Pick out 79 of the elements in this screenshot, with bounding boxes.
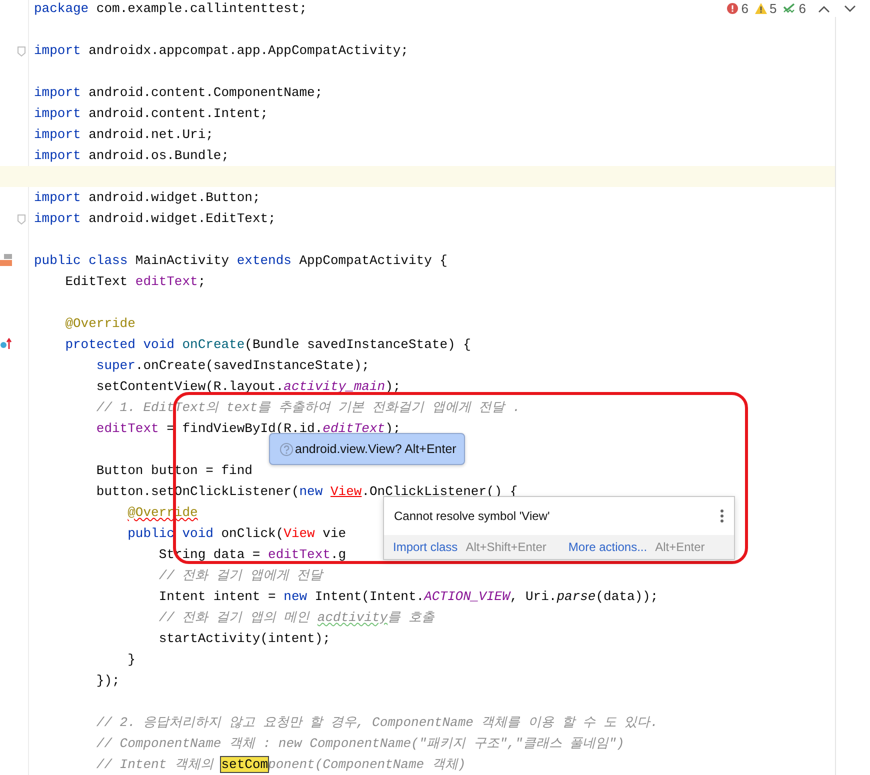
code-text: }: [128, 652, 136, 667]
code-text: .g: [330, 547, 346, 562]
method-name: parse: [556, 589, 596, 604]
down-icon[interactable]: [844, 4, 856, 12]
problem-count: 6: [741, 1, 749, 16]
code-text: Intent(Intent.: [314, 589, 424, 604]
code-text: android.content.Intent;: [88, 106, 268, 121]
code-text: com.example.callintenttest;: [95, 1, 308, 16]
shortcut-text: Alt+Shift+Enter: [466, 540, 546, 554]
field-name: ACTION_VIEW: [424, 589, 510, 604]
layout-icon[interactable]: [0, 253, 14, 267]
check-icon: [782, 3, 796, 14]
keyword: public class: [34, 253, 128, 268]
keyword: protected void: [65, 337, 176, 352]
method-name: onCreate: [182, 337, 245, 352]
code-comment: // 전화 걸기 앱에게 전달: [158, 568, 323, 583]
keyword: extends: [236, 253, 292, 268]
field-name: editText: [135, 274, 198, 289]
problem-count: 5: [770, 1, 777, 16]
error-symbol: View: [330, 484, 362, 499]
code-text: vie: [322, 526, 346, 541]
code-text: android.widget.EditText;: [88, 211, 276, 226]
code-text: , Uri.: [510, 589, 557, 604]
problem-count: 6: [798, 1, 806, 16]
code-text: (Bundle savedInstanceState) {: [244, 337, 471, 352]
keyword: import: [34, 211, 81, 226]
code-comment: // ComponentName 객체 : new ComponentName("패키지 구조","클래스 풀네임"): [96, 736, 624, 751]
error-message: Cannot resolve symbol 'View': [394, 509, 550, 523]
field-name: editText: [322, 421, 386, 436]
override-icon[interactable]: [0, 338, 12, 350]
code-comment: // Intent 객체의: [96, 757, 215, 772]
code-comment: // 전화 걸기 앱의 메인: [158, 610, 311, 625]
keyword: public void: [128, 526, 214, 541]
code-text: ;: [198, 274, 206, 289]
keyword: package: [34, 1, 89, 16]
code-text: );: [385, 379, 401, 394]
keyword: super: [96, 358, 136, 373]
keyword: import: [34, 190, 81, 205]
code-comment: 를 호출: [388, 610, 434, 625]
code-text: onClick(: [221, 526, 284, 541]
code-text: AppCompatActivity {: [298, 253, 448, 268]
keyword: import: [34, 127, 81, 142]
intention-tooltip[interactable]: android.view.View? Alt+Enter: [269, 433, 465, 465]
shortcut-text: Alt+Enter: [655, 540, 705, 554]
code-text: MainActivity: [134, 253, 230, 268]
keyword: import: [34, 148, 81, 163]
keyword: new: [299, 484, 324, 499]
code-text: android.widget.Button;: [88, 190, 260, 205]
help-icon: [280, 442, 293, 456]
code-text: (data));: [596, 589, 658, 604]
code-comment: acdtivity: [317, 610, 388, 625]
code-text: });: [96, 673, 120, 688]
field-name: editText: [96, 421, 159, 436]
code-text: androidx.appcompat.app.AppCompatActivity;: [88, 43, 408, 58]
code-text: android.os.Bundle;: [88, 148, 230, 163]
action-link[interactable]: More actions...: [568, 540, 648, 554]
action-link[interactable]: Import class: [393, 540, 458, 554]
annotation: @Override: [65, 316, 136, 331]
code-text: setContentView(R.layout.: [96, 379, 284, 394]
keyword: import: [34, 43, 81, 58]
field-name: editText: [268, 547, 330, 562]
keyword: new: [284, 589, 308, 604]
more-icon[interactable]: [720, 509, 724, 523]
class-name: View: [284, 526, 315, 541]
up-icon[interactable]: [818, 4, 830, 12]
search-match: setCom: [221, 757, 268, 772]
code-text: startActivity(intent);: [158, 631, 330, 646]
tooltip-text: android.view.View? Alt+Enter: [295, 442, 456, 456]
code-text: Intent intent =: [158, 589, 277, 604]
keyword: import: [34, 85, 81, 100]
code-comment: // 2. 응답처리하지 않고 요청만 할 경우, ComponentName 객체를 이용 할 수 도 있다.: [96, 715, 658, 730]
code-text: .onCreate(savedInstanceState);: [135, 358, 370, 373]
code-comment: ponent(ComponentName 객체): [268, 757, 466, 772]
code-text: android.content.ComponentName;: [88, 85, 323, 100]
code-text: android.net.Uri;: [88, 127, 214, 142]
keyword: import: [34, 106, 81, 121]
field-name: activity_main: [284, 379, 386, 394]
warning-icon: [754, 3, 767, 14]
code-text: EditText: [65, 274, 129, 289]
